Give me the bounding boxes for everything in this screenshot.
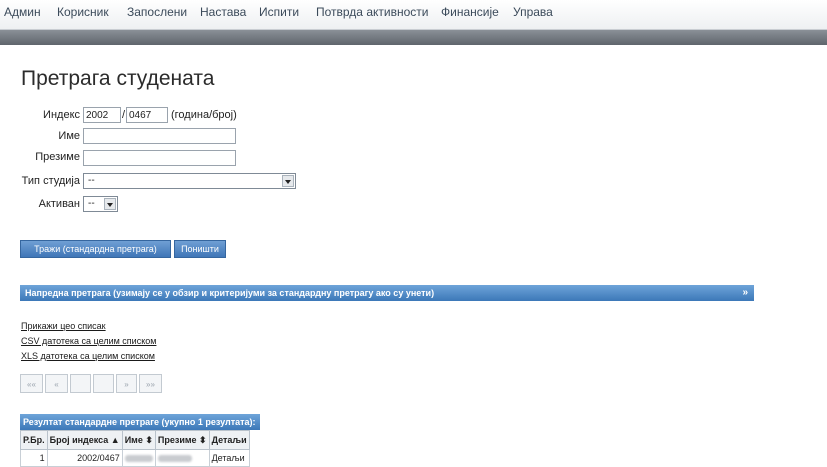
menu-item-exams[interactable]: Испити — [259, 5, 299, 19]
menu-item-teaching[interactable]: Настава — [200, 5, 246, 19]
xls-export-link[interactable]: XLS датотека са целим списком — [21, 351, 155, 361]
chevron-down-icon — [282, 175, 294, 187]
menu-item-administration[interactable]: Управа — [513, 5, 553, 19]
pager-page-slot — [93, 374, 114, 393]
column-header-details: Детаљи — [208, 430, 250, 450]
first-name-input[interactable] — [83, 128, 236, 144]
last-name-input[interactable] — [83, 150, 236, 166]
index-label: Индекс — [43, 109, 80, 121]
cancel-button[interactable]: Поништи — [174, 240, 226, 258]
row-number: 1 — [20, 449, 48, 467]
pager-last-button[interactable]: »» — [139, 374, 162, 393]
column-header-last-name[interactable]: Презиме ⬍ — [154, 430, 210, 450]
menu-item-finance[interactable]: Финансије — [441, 5, 499, 19]
results-header: Резултат стандардне претраге (укупно 1 р… — [20, 414, 260, 430]
header-strip — [0, 30, 827, 45]
table-header-row: Р.Бр. Број индекса ▲ Име ⬍ Презиме ⬍ Дет… — [20, 430, 250, 450]
index-format-hint: (година/број) — [171, 109, 237, 121]
top-menu-bar: Админ Корисник Запослени Настава Испити … — [0, 0, 827, 30]
table-row: 1 2002/0467 Детаљи — [20, 449, 250, 467]
column-header-rb: Р.Бр. — [20, 430, 48, 450]
menu-item-admin[interactable]: Админ — [4, 5, 41, 19]
study-type-label: Тип студија — [21, 175, 80, 187]
active-select[interactable]: -- — [83, 196, 118, 212]
column-header-first-name[interactable]: Име ⬍ — [121, 430, 156, 450]
row-first-name-redacted — [121, 449, 156, 467]
advanced-search-label: Напредна претрага (узимају се у обзир и … — [25, 288, 435, 298]
study-type-select[interactable]: -- — [83, 173, 296, 189]
csv-export-link[interactable]: CSV датотека са целим списком — [21, 336, 156, 346]
chevron-down-icon — [104, 198, 116, 210]
menu-item-user[interactable]: Корисник — [57, 5, 109, 19]
pager-page-slot — [70, 374, 91, 393]
page-title: Претрага студената — [21, 67, 215, 90]
first-name-label: Име — [58, 130, 80, 142]
active-label: Активан — [38, 198, 80, 210]
active-selected: -- — [88, 198, 95, 209]
pager-next-button[interactable]: » — [116, 374, 137, 393]
row-last-name-redacted — [154, 449, 210, 467]
row-index: 2002/0467 — [46, 449, 123, 467]
search-button[interactable]: Тражи (стандардна претрага) — [20, 240, 171, 258]
menu-item-employees[interactable]: Запослени — [127, 5, 187, 19]
study-type-selected: -- — [88, 175, 95, 186]
last-name-label: Презиме — [35, 151, 80, 163]
results-title: Резултат стандардне претраге (укупно 1 р… — [23, 417, 256, 427]
advanced-search-toggle[interactable]: Напредна претрага (узимају се у обзир и … — [20, 285, 754, 301]
row-details-link[interactable]: Детаљи — [208, 449, 250, 467]
pager-first-button[interactable]: «« — [20, 374, 43, 393]
expand-chevron-icon: » — [742, 287, 748, 298]
show-all-link[interactable]: Прикажи цео списак — [21, 321, 106, 331]
index-number-input[interactable] — [126, 107, 168, 123]
index-separator: / — [122, 109, 126, 121]
results-table: Р.Бр. Број индекса ▲ Име ⬍ Презиме ⬍ Дет… — [20, 430, 250, 467]
index-year-input[interactable] — [83, 107, 121, 123]
column-header-index[interactable]: Број индекса ▲ — [46, 430, 123, 450]
menu-item-activity-confirmation[interactable]: Потврда активности — [316, 5, 428, 19]
pager-prev-button[interactable]: « — [45, 374, 68, 393]
